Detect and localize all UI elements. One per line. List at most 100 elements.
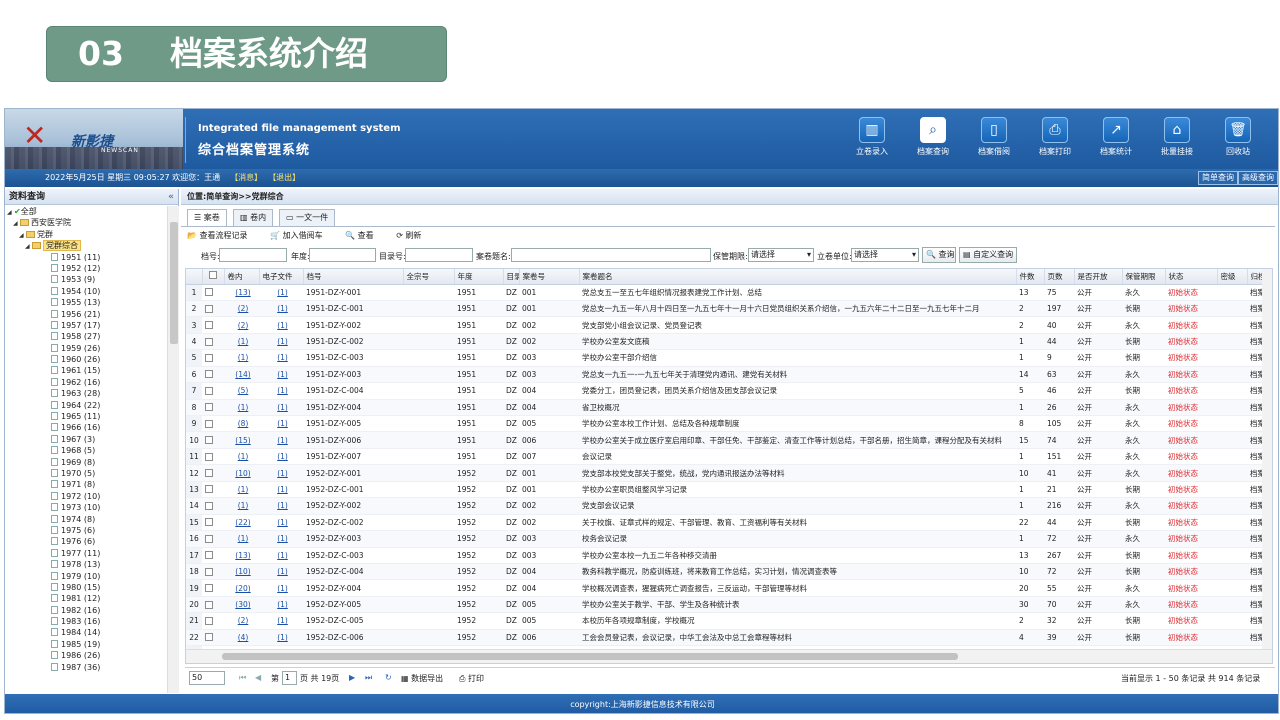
tree-node-year[interactable]: 1967 (3) [5,434,167,445]
tab-single-docs[interactable]: ▭ 一文一件 [279,209,336,226]
tree-node-year[interactable]: 1953 (9) [5,274,167,285]
tree-node-year[interactable]: 1961 (15) [5,365,167,376]
tool-batch-attach-button[interactable]: ⌂ 批量挂接 [1148,117,1206,157]
row-checkbox[interactable] [202,514,224,532]
view-button[interactable]: 🔍 查看 [345,231,384,240]
item-count-link[interactable]: (13) [224,284,259,301]
tree-node-year[interactable]: 1963 (28) [5,388,167,399]
table-row[interactable]: 3 (2) (1) 1951-DZ-Y-002 1951 DZ 002 党支部党小组会议记录、… [186,316,1272,334]
page-input[interactable]: 1 [282,671,297,685]
tree-node-year[interactable]: 1971 (8) [5,479,167,490]
volume-title-input[interactable] [511,248,711,262]
reload-icon[interactable]: ↻ [385,673,392,682]
row-checkbox[interactable] [202,547,224,564]
column-header[interactable]: 卷内 [224,269,260,285]
e-file-link[interactable]: (1) [259,448,303,466]
e-file-link[interactable]: (1) [259,366,303,384]
tree-node-year[interactable]: 1957 (17) [5,320,167,331]
e-file-link[interactable]: (1) [259,333,303,351]
tree-node-year[interactable]: 1977 (11) [5,548,167,559]
tree-node-all[interactable]: ◢ ✔全部 [5,206,167,217]
tree-node-year[interactable]: 1951 (11) [5,252,167,263]
custom-query-button[interactable]: ▤ 自定义查询 [959,247,1017,263]
table-row[interactable]: 22 (4) (1) 1952-DZ-C-006 1952 DZ 006 工会会员登记表，会议… [186,629,1272,647]
row-checkbox[interactable] [202,284,224,301]
table-row[interactable]: 11 (1) (1) 1951-DZ-Y-007 1951 DZ 007 会议记录 1 151 公开… [186,448,1272,466]
table-row[interactable]: 2 (2) (1) 1951-DZ-C-001 1951 DZ 001 党总支一九五一年八月十… [186,300,1272,318]
e-file-link[interactable]: (1) [259,629,303,647]
last-page-icon[interactable]: ⏭ [365,673,372,683]
table-horizontal-scrollbar[interactable] [186,649,1272,663]
table-row[interactable]: 17 (13) (1) 1952-DZ-C-003 1952 DZ 003 学校办公室本校一九… [186,547,1272,564]
item-count-link[interactable]: (15) [224,431,259,449]
archive-no-input[interactable] [219,248,287,262]
select-all-checkbox[interactable] [209,271,217,280]
tree-node-year[interactable]: 1978 (13) [5,559,167,570]
item-count-link[interactable]: (30) [224,596,259,614]
table-row[interactable]: 15 (22) (1) 1952-DZ-C-002 1952 DZ 002 关于校旗、证章式样… [186,514,1272,532]
first-page-icon[interactable]: ⏮ [239,673,246,683]
tree-node-year[interactable]: 1958 (27) [5,331,167,342]
item-count-link[interactable]: (2) [224,300,259,318]
tree-node-year[interactable]: 1962 (16) [5,377,167,388]
table-row[interactable]: 12 (10) (1) 1952-DZ-Y-001 1952 DZ 001 党支部本校党支部关… [186,464,1272,482]
tool-entry-button[interactable]: ▥ 立卷录入 [843,117,901,157]
column-header[interactable]: 案卷题名 [579,269,1017,285]
item-count-link[interactable]: (2) [224,612,259,630]
column-header[interactable]: 状态 [1165,269,1218,285]
e-file-link[interactable]: (1) [259,464,303,482]
tree-node-year[interactable]: 1955 (13) [5,297,167,308]
export-button[interactable]: ▦ 数据导出 [401,673,443,684]
e-file-link[interactable]: (1) [259,300,303,318]
tree-node-year[interactable]: 1965 (11) [5,411,167,422]
tool-query-button[interactable]: ⌕ 档案查询 [904,117,962,157]
row-checkbox[interactable] [202,415,224,433]
table-row[interactable]: 4 (1) (1) 1951-DZ-C-002 1951 DZ 002 学校办公室发文底稿 1 4… [186,333,1272,351]
tree-node-year[interactable]: 1964 (22) [5,400,167,411]
unit-select[interactable]: 请选择 [851,248,919,262]
item-count-link[interactable]: (22) [224,514,259,532]
collapse-icon[interactable]: « [168,189,174,205]
e-file-link[interactable]: (1) [259,547,303,564]
e-file-link[interactable]: (1) [259,316,303,334]
tree-node-org[interactable]: ◢ 西安医学院 [5,217,167,228]
item-count-link[interactable]: (4) [224,629,259,647]
print-button[interactable]: ⎙ 打印 [459,673,484,684]
tree-node-year[interactable]: 1980 (15) [5,582,167,593]
column-header[interactable]: 是否开放 [1074,269,1123,285]
item-count-link[interactable]: (5) [224,382,259,400]
item-count-link[interactable]: (10) [224,464,259,482]
row-checkbox[interactable] [202,349,224,367]
table-row[interactable]: 6 (14) (1) 1951-DZ-Y-003 1951 DZ 003 党总支一九五一-一九… [186,366,1272,384]
item-count-link[interactable]: (1) [224,530,259,548]
row-checkbox[interactable] [202,448,224,466]
e-file-link[interactable]: (1) [259,399,303,417]
table-row[interactable]: 9 (8) (1) 1951-DZ-Y-005 1951 DZ 005 学校办公室本校工作计划… [186,415,1272,433]
column-header[interactable]: 目录号 [503,269,520,285]
tree-node-year[interactable]: 1952 (12) [5,263,167,274]
row-checkbox[interactable] [202,497,224,515]
e-file-link[interactable]: (1) [259,382,303,400]
table-row[interactable]: 14 (1) (1) 1952-DZ-Y-002 1952 DZ 002 党支部会议记录 1 21… [186,497,1272,515]
column-header[interactable]: 档号 [303,269,404,285]
tree-node-year[interactable]: 1987 (36) [5,662,167,673]
tool-recycle-button[interactable]: 🗑 回收站 [1209,117,1267,157]
column-header[interactable]: 电子文件 [259,269,304,285]
item-count-link[interactable]: (20) [224,579,259,597]
advanced-query-button[interactable]: 高级查询 [1238,171,1278,185]
table-row[interactable]: 13 (1) (1) 1952-DZ-C-001 1952 DZ 001 学校办公室职员组整风… [186,481,1272,499]
item-count-link[interactable]: (13) [224,547,259,564]
tab-volumes[interactable]: ☰ 案卷 [187,209,227,226]
exit-link[interactable]: 【退出】 [272,173,300,182]
row-checkbox[interactable] [202,399,224,417]
e-file-link[interactable]: (1) [259,415,303,433]
next-page-icon[interactable]: ▶ [349,673,355,682]
e-file-link[interactable]: (1) [259,284,303,301]
row-checkbox[interactable] [202,431,224,449]
query-button[interactable]: 🔍 查询 [922,247,956,263]
tree-node-year[interactable]: 1983 (16) [5,616,167,627]
tree-node-year[interactable]: 1972 (10) [5,491,167,502]
table-row[interactable]: 1 (13) (1) 1951-DZ-Y-001 1951 DZ 001 党总支五一至五七年组… [186,284,1272,301]
item-count-link[interactable]: (1) [224,448,259,466]
tree-node-year[interactable]: 1986 (26) [5,650,167,661]
